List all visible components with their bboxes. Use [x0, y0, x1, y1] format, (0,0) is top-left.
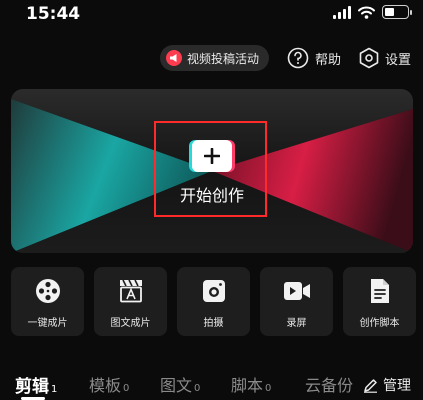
start-create-button[interactable]: 开始创作 — [164, 140, 260, 206]
manage-button[interactable]: 管理 — [363, 375, 411, 395]
wifi-icon — [358, 6, 375, 19]
settings-hexagon-icon — [359, 47, 379, 69]
tool-one-click-video[interactable]: 一键成片 — [11, 267, 84, 336]
tab-label: 模板 — [89, 376, 122, 395]
cellular-signal-icon — [333, 5, 351, 19]
start-create-label: 开始创作 — [179, 186, 244, 205]
tool-label: 拍摄 — [203, 318, 224, 329]
megaphone-icon — [165, 50, 182, 66]
project-tabs: 剪辑 1 模板 0 图文 0 脚本 0 云备份 — [15, 372, 423, 400]
text-clapboard-icon — [117, 277, 145, 305]
tool-camera[interactable]: 拍摄 — [177, 267, 250, 336]
edit-pencil-icon — [364, 378, 377, 393]
tool-row: 一键成片 图文成片 拍摄 录屏 创作脚本 — [11, 267, 416, 336]
tab-label: 图文 — [160, 376, 193, 395]
tab-image-text[interactable]: 图文 0 — [160, 372, 200, 396]
tool-text-to-video[interactable]: 图文成片 — [94, 267, 167, 336]
tab-label: 剪辑 — [15, 377, 49, 397]
script-doc-icon — [366, 277, 394, 305]
camera-icon — [200, 277, 228, 305]
tab-cloud-backup[interactable]: 云备份 — [305, 372, 355, 396]
tab-scripts[interactable]: 脚本 0 — [231, 372, 271, 396]
tool-create-script[interactable]: 创作脚本 — [343, 267, 416, 336]
tool-label: 图文成片 — [110, 318, 151, 329]
video-record-icon — [283, 277, 311, 305]
tab-count: 1 — [51, 384, 58, 395]
status-icons — [333, 5, 412, 19]
help-button[interactable]: 帮助 — [287, 47, 341, 69]
tool-screen-record[interactable]: 录屏 — [260, 267, 333, 336]
tab-templates[interactable]: 模板 0 — [89, 372, 129, 396]
settings-button[interactable]: 设置 — [359, 47, 411, 69]
tab-count: 0 — [123, 383, 130, 394]
tab-label: 云备份 — [305, 376, 354, 395]
status-bar: 15:44 — [0, 0, 423, 28]
manage-label: 管理 — [383, 378, 411, 394]
help-label: 帮助 — [314, 52, 341, 68]
help-icon — [287, 47, 309, 69]
film-reel-icon — [34, 277, 62, 305]
tab-label: 脚本 — [231, 376, 264, 395]
tool-label: 录屏 — [286, 318, 307, 329]
tab-count: 0 — [265, 383, 272, 394]
video-submission-event-button[interactable]: 视频投稿活动 — [159, 45, 269, 71]
tool-label: 一键成片 — [27, 318, 68, 329]
plus-icon — [192, 140, 232, 172]
battery-icon — [382, 5, 412, 19]
tab-count: 0 — [194, 383, 201, 394]
status-time: 15:44 — [26, 4, 81, 24]
promo-label: 视频投稿活动 — [186, 51, 259, 66]
top-actions: 视频投稿活动 帮助 设置 — [159, 44, 411, 72]
settings-label: 设置 — [384, 52, 411, 68]
tool-label: 创作脚本 — [359, 318, 400, 329]
tab-edit[interactable]: 剪辑 1 — [15, 372, 58, 400]
